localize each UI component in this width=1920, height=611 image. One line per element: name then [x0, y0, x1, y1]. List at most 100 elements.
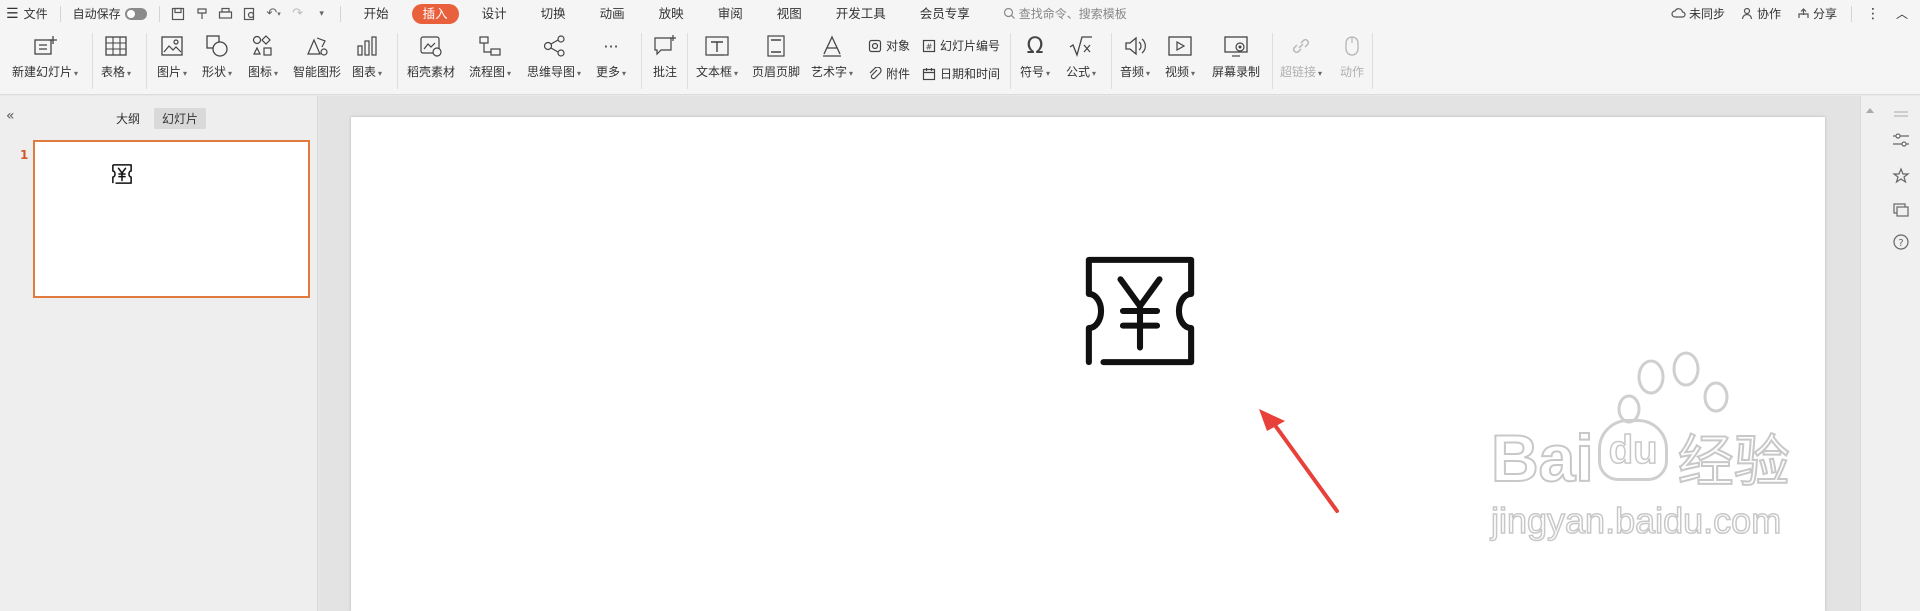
mouse-icon	[1337, 31, 1367, 61]
image-button[interactable]: 图片	[157, 31, 187, 81]
baidu-jingyan-watermark: Bai du 经验 jingyan.baidu.com	[1490, 351, 1791, 542]
hamburger-icon: ☰	[6, 5, 19, 22]
tab-developer[interactable]: 开发工具	[819, 0, 903, 27]
formula-label: 公式	[1066, 65, 1096, 81]
icon-button[interactable]: 图标	[248, 31, 278, 81]
hyperlink-button[interactable]: 超链接	[1280, 31, 1322, 81]
tab-design[interactable]: 设计	[465, 0, 524, 27]
properties-slider-icon[interactable]	[1891, 130, 1911, 150]
slide-editing-area: Bai du 经验 jingyan.baidu.com	[319, 96, 1860, 611]
datetime-label: 日期和时间	[940, 67, 1001, 81]
object-button[interactable]: 对象	[868, 37, 910, 54]
flowchart-button[interactable]: 流程图	[469, 31, 511, 81]
tab-view[interactable]: 视图	[760, 0, 819, 27]
tab-outline[interactable]: 大纲	[108, 108, 148, 129]
textbox-icon	[702, 31, 732, 61]
slide-canvas[interactable]: Bai du 经验 jingyan.baidu.com	[351, 117, 1825, 611]
print-preview-icon[interactable]	[241, 5, 259, 23]
screen-record-label: 屏幕录制	[1212, 65, 1261, 79]
chart-button[interactable]: 图表	[352, 31, 382, 81]
insert-ribbon: 新建幻灯片 表格 图片 形状 图标 智能图形 图表	[0, 27, 1920, 95]
audio-button[interactable]: 音频	[1120, 31, 1150, 81]
tab-view-label: 视图	[776, 5, 802, 21]
speaker-icon	[1120, 31, 1150, 61]
tab-member[interactable]: 会员专享	[903, 0, 987, 27]
autosave-switch[interactable]	[124, 7, 147, 20]
tab-slides[interactable]: 幻灯片	[154, 108, 207, 129]
attachment-button[interactable]: 附件	[868, 65, 910, 82]
customize-quick-access-icon[interactable]: ▾	[313, 5, 331, 23]
scroll-up-icon[interactable]	[1866, 108, 1874, 113]
red-arrow-annotation	[1259, 409, 1339, 513]
shape-icon	[202, 31, 232, 61]
right-side-toolbar: ?	[1860, 96, 1920, 611]
tab-animation[interactable]: 动画	[583, 0, 642, 27]
save-icon[interactable]	[169, 5, 187, 23]
more-button[interactable]: ··· 更多	[596, 31, 626, 81]
mindmap-icon	[539, 31, 569, 61]
watermark-brand-b: du	[1608, 427, 1658, 473]
formula-button[interactable]: 公式	[1066, 31, 1096, 81]
tab-review[interactable]: 审阅	[701, 0, 760, 27]
animation-star-icon[interactable]	[1891, 166, 1911, 186]
slide-number-label: 幻灯片编号	[940, 39, 1001, 53]
comment-icon	[650, 31, 680, 61]
tab-home[interactable]: 开始	[347, 0, 406, 27]
more-options-icon[interactable]: ⋮	[1858, 6, 1888, 22]
video-icon	[1165, 31, 1195, 61]
comment-button[interactable]: 批注	[650, 31, 680, 79]
action-button[interactable]: 动作	[1337, 31, 1367, 79]
command-search[interactable]: 查找命令、搜索模板	[1003, 5, 1127, 22]
slide-switch-icon[interactable]	[1891, 200, 1911, 220]
tab-insert[interactable]: 插入	[406, 0, 465, 27]
print-icon[interactable]	[217, 5, 235, 23]
pane-tabs: 大纲 幻灯片	[108, 108, 207, 129]
tab-transition[interactable]: 切换	[524, 0, 583, 27]
shape-label: 形状	[202, 65, 232, 81]
tab-insert-label: 插入	[411, 3, 459, 24]
undo-icon[interactable]: ↶ ▾	[265, 5, 283, 23]
drag-handle-icon[interactable]	[1891, 104, 1911, 124]
smartart-button[interactable]: 智能图形	[293, 31, 341, 79]
format-painter-icon[interactable]	[193, 5, 211, 23]
video-button[interactable]: 视频	[1165, 31, 1195, 81]
tab-design-label: 设计	[481, 5, 507, 21]
symbol-button[interactable]: Ω 符号	[1020, 31, 1050, 81]
formula-icon	[1066, 31, 1096, 61]
material-button[interactable]: 稻壳素材	[407, 31, 455, 79]
shape-button[interactable]: 形状	[202, 31, 232, 81]
screen-record-button[interactable]: 屏幕录制	[1212, 31, 1260, 79]
slide-navigation-pane: « 大纲 幻灯片 1	[0, 96, 318, 611]
help-icon[interactable]: ?	[1891, 232, 1911, 252]
datetime-button[interactable]: 日期和时间	[922, 65, 1000, 82]
collapse-pane-icon[interactable]: «	[6, 108, 15, 124]
collaborate-icon	[1741, 7, 1753, 20]
ribbon-separator	[1111, 33, 1112, 89]
share-button[interactable]: 分享	[1789, 5, 1845, 22]
table-button[interactable]: 表格	[101, 31, 131, 81]
yuan-ticket-icon[interactable]	[1084, 255, 1196, 367]
image-label: 图片	[157, 65, 187, 81]
file-menu[interactable]: ☰ 文件	[0, 0, 54, 27]
wordart-button[interactable]: 艺术字	[811, 31, 853, 81]
mindmap-button[interactable]: 思维导图	[527, 31, 581, 81]
sync-status[interactable]: 未同步	[1663, 5, 1733, 22]
textbox-button[interactable]: 文本框	[696, 31, 738, 81]
slide-number-button[interactable]: # 幻灯片编号	[922, 37, 1000, 54]
ribbon-separator	[687, 33, 688, 89]
collaborate-button[interactable]: 协作	[1733, 5, 1789, 22]
redo-icon[interactable]: ↷	[289, 5, 307, 23]
collapse-ribbon-icon[interactable]: ︿	[1888, 5, 1920, 22]
table-icon	[101, 31, 131, 61]
header-footer-button[interactable]: 页眉页脚	[752, 31, 800, 79]
new-slide-button[interactable]: 新建幻灯片	[12, 31, 78, 81]
icon-label: 图标	[248, 65, 278, 81]
vertical-scrollbar[interactable]	[1864, 96, 1876, 611]
ribbon-separator	[1010, 33, 1011, 89]
autosave-toggle[interactable]: 自动保存	[67, 0, 153, 27]
right-menu: 未同步 协作 分享 ⋮ ︿	[1663, 0, 1920, 27]
slide-thumbnail[interactable]	[33, 140, 310, 298]
ribbon-separator	[1272, 33, 1273, 89]
ribbon-separator	[92, 33, 93, 89]
tab-slideshow[interactable]: 放映	[642, 0, 701, 27]
